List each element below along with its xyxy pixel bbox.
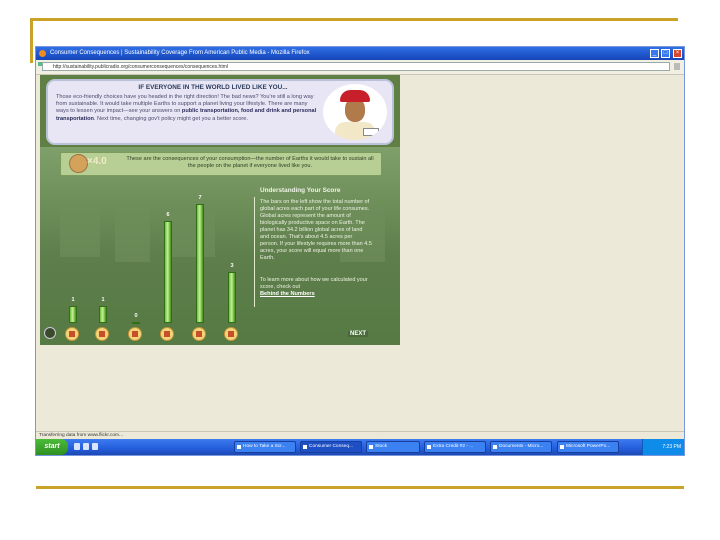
score-bar — [196, 204, 204, 323]
earth-icon — [69, 154, 88, 173]
bar-value-label: 1 — [71, 297, 75, 303]
earth-banner: ×4.0 These are the consequences of your … — [60, 152, 382, 176]
background-house — [170, 212, 215, 257]
score-bar — [69, 306, 77, 323]
avatar-tag — [363, 128, 379, 136]
car-icon[interactable] — [160, 327, 174, 341]
taskbar-item-label: How to Take a Scr... — [243, 444, 286, 449]
window-title: Consumer Consequences | Sustainability C… — [50, 50, 310, 56]
clock: 7:23 PM — [662, 444, 681, 450]
taskbar-item[interactable]: Microsoft PowerPo... — [557, 441, 619, 453]
housing-icon[interactable] — [65, 327, 79, 341]
recycling-icon[interactable] — [128, 327, 142, 341]
score-bar — [132, 322, 140, 324]
taskbar-item[interactable]: Documents - Micro... — [490, 441, 552, 453]
score-bar — [99, 306, 107, 323]
taskbar: start How to Take a Scr... Consumer Conse… — [36, 439, 684, 455]
score-explanation: Understanding Your Score The bars on the… — [254, 187, 372, 317]
score-title: Understanding Your Score — [260, 187, 341, 194]
taskbar-app-icon — [303, 445, 307, 449]
intro-title: IF EVERYONE IN THE WORLD LIVED LIKE YOU.… — [138, 84, 288, 91]
taskbar-item-label: Documents - Micro... — [499, 444, 544, 449]
maximize-button[interactable]: □ — [661, 49, 670, 58]
bar-value-label: 3 — [230, 263, 234, 269]
score-divider — [254, 197, 255, 307]
taskbar-item-label: Consumer Conseq... — [309, 444, 353, 449]
intro-panel: IF EVERYONE IN THE WORLD LIVED LIKE YOU.… — [46, 79, 394, 145]
taskbar-item[interactable]: How to Take a Scr... — [234, 441, 296, 453]
slide-top-line — [30, 18, 678, 21]
browser-window: Consumer Consequences | Sustainability C… — [35, 46, 685, 456]
avatar — [323, 84, 387, 140]
avatar-cap — [340, 90, 370, 102]
intro-text-part2: . Next time, changing gov't policy might… — [93, 115, 248, 122]
intro-text: Those eco-friendly choices have you head… — [56, 94, 318, 123]
food-icon[interactable] — [192, 327, 206, 341]
slide-left-line — [30, 18, 33, 63]
slide-bottom-line — [36, 486, 684, 489]
quicklaunch-browser-icon[interactable] — [74, 443, 80, 450]
results-scene: ×4.0 These are the consequences of your … — [40, 147, 400, 345]
next-button[interactable]: NEXT — [348, 331, 369, 337]
bar-value-label: 6 — [166, 212, 170, 218]
taskbar-app-icon — [427, 445, 431, 449]
taskbar-item-label: Extra Credit #2 - ... — [433, 444, 474, 449]
bar-value-label: 7 — [198, 195, 202, 201]
background-house — [115, 202, 150, 262]
score-text: The bars on the left show the total numb… — [260, 199, 372, 261]
sound-icon[interactable] — [44, 327, 56, 339]
taskbar-item-label: Stock — [375, 444, 387, 449]
taskbar-item[interactable]: Consumer Conseq... — [300, 441, 362, 453]
taskbar-app-icon — [493, 445, 497, 449]
address-bar: http://sustainability.publicradio.org/co… — [36, 60, 684, 75]
taskbar-app-icon — [237, 445, 241, 449]
firefox-icon — [39, 50, 46, 57]
flash-content: IF EVERYONE IN THE WORLD LIVED LIKE YOU.… — [40, 75, 400, 345]
score-link-text: To learn more about how we calculated yo… — [260, 277, 368, 290]
start-button[interactable]: start — [36, 439, 68, 455]
system-tray: 7:23 PM — [642, 439, 684, 455]
url-field[interactable]: http://sustainability.publicradio.org/co… — [42, 62, 670, 71]
score-bar — [228, 272, 236, 323]
bar-value-label: 0 — [134, 313, 138, 319]
taskbar-app-icon — [560, 445, 564, 449]
quicklaunch-media-icon[interactable] — [92, 443, 98, 450]
go-button[interactable] — [674, 63, 680, 70]
status-bar: Transferring data from www.flickr.com... — [36, 431, 684, 439]
close-button[interactable]: × — [673, 49, 682, 58]
quicklaunch-desktop-icon[interactable] — [83, 443, 89, 450]
taskbar-item[interactable]: Extra Credit #2 - ... — [424, 441, 486, 453]
furniture-icon[interactable] — [95, 327, 109, 341]
taskbar-item-label: Microsoft PowerPo... — [566, 444, 611, 449]
minimize-button[interactable]: _ — [650, 49, 659, 58]
taskbar-app-icon — [369, 445, 373, 449]
taskbar-item[interactable]: Stock — [366, 441, 420, 453]
bar-value-label: 1 — [101, 297, 105, 303]
title-bar: Consumer Consequences | Sustainability C… — [36, 47, 684, 60]
shopping-icon[interactable] — [224, 327, 238, 341]
background-house — [60, 207, 100, 257]
earth-multiplier: ×4.0 — [87, 156, 107, 167]
score-bar — [164, 221, 172, 323]
behind-the-numbers-link[interactable]: Behind the Numbers — [260, 291, 315, 297]
banner-text: These are the consequences of your consu… — [126, 156, 374, 170]
